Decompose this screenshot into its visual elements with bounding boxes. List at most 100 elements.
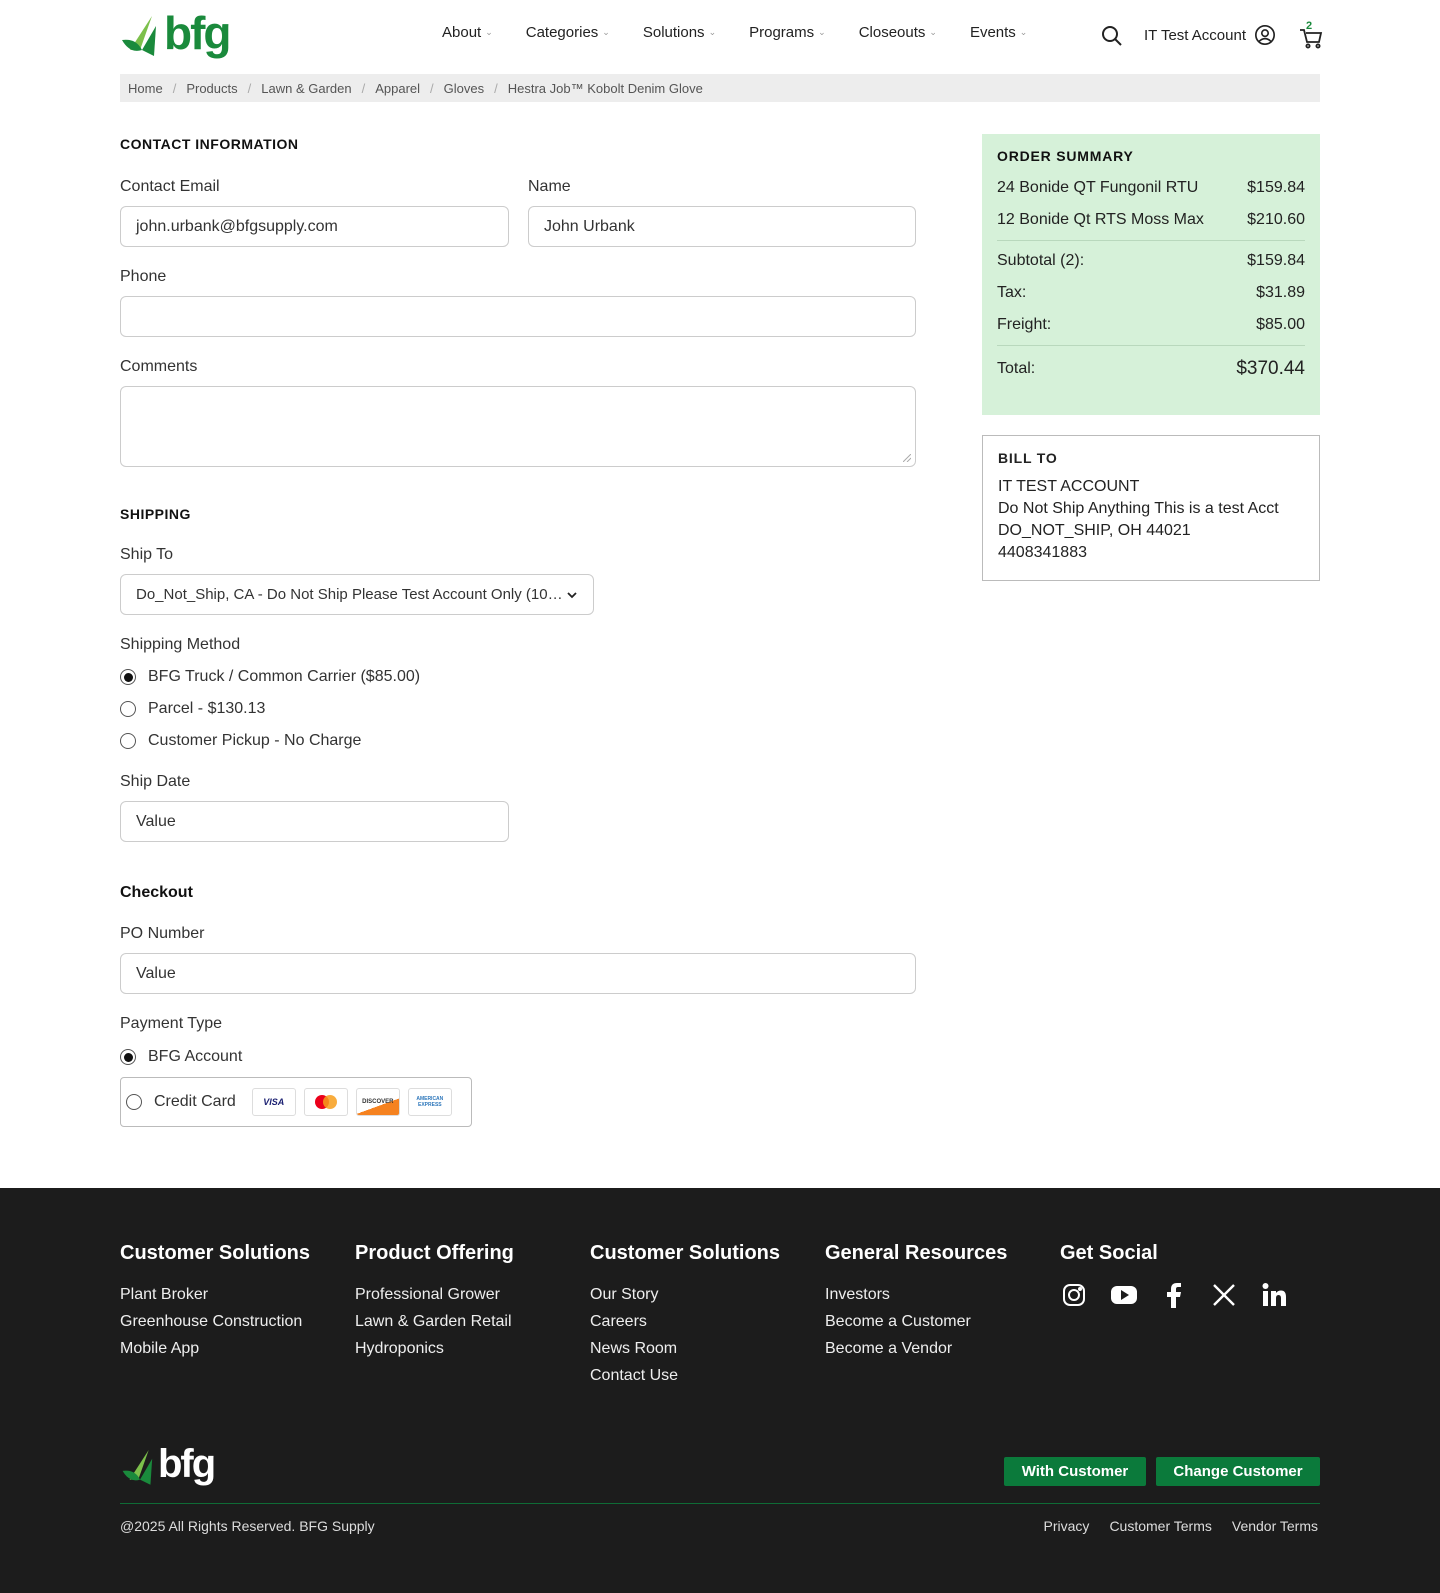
shipping-option-pickup[interactable]: Customer Pickup - No Charge — [120, 732, 361, 750]
footer-link[interactable]: Become a Customer — [825, 1308, 1007, 1335]
breadcrumb-products[interactable]: Products — [186, 81, 237, 96]
breadcrumb-current: Hestra Job™ Kobolt Denim Glove — [507, 80, 703, 96]
social-links — [1060, 1281, 1288, 1309]
comments-label: Comments — [120, 358, 198, 375]
ship-to-label: Ship To — [120, 546, 174, 563]
comments-textarea[interactable] — [120, 386, 916, 467]
radio-selected[interactable] — [120, 1049, 136, 1065]
footer-link[interactable]: Professional Grower — [355, 1281, 514, 1308]
mastercard-icon — [303, 1088, 348, 1116]
footer-link[interactable]: Greenhouse Construction — [120, 1308, 310, 1335]
ship-to-select[interactable]: Do_Not_Ship, CA - Do Not Ship Please Tes… — [120, 574, 594, 615]
footer-link[interactable]: Careers — [590, 1308, 780, 1335]
vendor-terms-link[interactable]: Vendor Terms — [1232, 1518, 1318, 1534]
shipping-method-label: Shipping Method — [120, 636, 241, 653]
change-customer-button[interactable]: Change Customer — [1156, 1457, 1320, 1486]
footer-link[interactable]: Lawn & Garden Retail — [355, 1308, 514, 1335]
breadcrumb: Home / Products / Lawn & Garden / Apparel / … — [120, 74, 1320, 102]
footer-link[interactable]: Our Story — [590, 1281, 780, 1308]
footer-link[interactable]: News Room — [590, 1335, 780, 1362]
footer-logo-text: bfg — [158, 1442, 216, 1486]
footer-col-general-resources: General Resources Investors Become a Cus… — [825, 1242, 1007, 1362]
nav-solutions[interactable]: Solutions ⌄ — [643, 24, 716, 41]
nav-categories[interactable]: Categories ⌄ — [526, 24, 610, 41]
discover-icon: DISCOVER — [355, 1088, 400, 1116]
site-footer: Customer Solutions Plant Broker Greenhou… — [0, 1188, 1440, 1593]
nav-about[interactable]: About ⌄ — [442, 24, 493, 41]
payment-option-account[interactable]: BFG Account — [120, 1048, 242, 1066]
summary-freight: Freight: $85.00 — [997, 316, 1305, 333]
footer-col-customer-solutions: Customer Solutions Plant Broker Greenhou… — [120, 1242, 310, 1362]
account-label: IT Test Account — [1144, 26, 1247, 44]
bill-to-address: Do Not Ship Anything This is a test Acct — [998, 500, 1279, 517]
breadcrumb-home[interactable]: Home — [128, 81, 163, 96]
footer-link[interactable]: Mobile App — [120, 1335, 310, 1362]
nav-events[interactable]: Events ⌄ — [970, 24, 1027, 41]
footer-col-social: Get Social — [1060, 1242, 1288, 1309]
nav-closeouts[interactable]: Closeouts ⌄ — [859, 24, 937, 41]
footer-legal-links: Privacy Customer Terms Vendor Terms — [1044, 1518, 1318, 1534]
footer-link[interactable]: Plant Broker — [120, 1281, 310, 1308]
radio-selected[interactable] — [120, 669, 136, 685]
linkedin-icon[interactable] — [1260, 1281, 1288, 1309]
footer-col-company: Customer Solutions Our Story Careers New… — [590, 1242, 780, 1389]
phone-label: Phone — [120, 268, 167, 285]
footer-divider — [120, 1503, 1320, 1504]
breadcrumb-gloves[interactable]: Gloves — [444, 81, 484, 96]
bill-to-title: BILL TO — [998, 450, 1058, 466]
ship-date-field[interactable]: Value — [120, 801, 509, 842]
bfg-logo[interactable]: bfg — [120, 7, 232, 60]
footer-link[interactable]: Hydroponics — [355, 1335, 514, 1362]
shipping-option-parcel[interactable]: Parcel - $130.13 — [120, 700, 265, 718]
ship-to-value: Do_Not_Ship, CA - Do Not Ship Please Tes… — [136, 586, 563, 603]
amex-icon: AMERICAN EXPRESS — [407, 1088, 452, 1116]
privacy-link[interactable]: Privacy — [1044, 1518, 1090, 1534]
divider — [997, 240, 1305, 241]
order-summary: ORDER SUMMARY 24 Bonide QT Fungonil RTU $… — [982, 134, 1320, 415]
facebook-icon[interactable] — [1160, 1281, 1188, 1309]
logo-text: bfg — [164, 7, 232, 59]
payment-type-label: Payment Type — [120, 1015, 222, 1032]
ship-date-label: Ship Date — [120, 773, 191, 790]
name-field[interactable]: John Urbank — [528, 206, 916, 247]
shipping-option-truck[interactable]: BFG Truck / Common Carrier ($85.00) — [120, 668, 420, 686]
with-customer-button[interactable]: With Customer — [1004, 1457, 1146, 1486]
nav-programs[interactable]: Programs ⌄ — [749, 24, 826, 41]
footer-link[interactable]: Become a Vendor — [825, 1335, 1007, 1362]
bill-to: BILL TO IT TEST ACCOUNT Do Not Ship Anyt… — [982, 435, 1320, 581]
email-field[interactable]: john.urbank@bfgsupply.com — [120, 206, 509, 247]
radio-unselected[interactable] — [120, 701, 136, 717]
breadcrumb-lawn-garden[interactable]: Lawn & Garden — [261, 81, 351, 96]
footer-logo[interactable]: bfg — [120, 1442, 220, 1490]
chevron-down-icon: ⌄ — [818, 27, 826, 37]
youtube-icon[interactable] — [1110, 1281, 1138, 1309]
copyright: @2025 All Rights Reserved. BFG Supply — [120, 1518, 375, 1534]
payment-option-credit-card[interactable]: Credit Card VISA DISCOVER AMERICAN EXPRE… — [120, 1077, 472, 1127]
chevron-down-icon — [567, 591, 577, 598]
footer-link[interactable]: Contact Use — [590, 1362, 780, 1389]
summary-total: Total: $370.44 — [997, 358, 1305, 379]
radio-unselected[interactable] — [126, 1094, 142, 1110]
po-number-field[interactable]: Value — [120, 953, 916, 994]
account-menu[interactable]: IT Test Account — [1144, 24, 1276, 46]
summary-tax: Tax: $31.89 — [997, 284, 1305, 301]
chevron-down-icon: ⌄ — [929, 27, 937, 37]
chevron-down-icon: ⌄ — [602, 27, 610, 37]
order-summary-title: ORDER SUMMARY — [997, 148, 1134, 164]
search-icon[interactable] — [1100, 24, 1124, 48]
site-header: bfg About ⌄ Categories ⌄ Solutions ⌄ Progra… — [120, 0, 1323, 74]
bill-to-phone: 4408341883 — [998, 544, 1087, 561]
customer-terms-link[interactable]: Customer Terms — [1109, 1518, 1211, 1534]
breadcrumb-apparel[interactable]: Apparel — [375, 81, 420, 96]
shipping-section-title: SHIPPING — [120, 506, 191, 522]
cart-count-badge: 2 — [1306, 20, 1313, 32]
x-icon[interactable] — [1210, 1281, 1238, 1309]
phone-field[interactable] — [120, 296, 916, 337]
radio-unselected[interactable] — [120, 733, 136, 749]
chevron-down-icon: ⌄ — [708, 27, 717, 37]
po-number-label: PO Number — [120, 925, 205, 942]
instagram-icon[interactable] — [1060, 1281, 1088, 1309]
resize-handle-icon[interactable] — [903, 454, 911, 462]
chevron-down-icon: ⌄ — [1019, 27, 1028, 37]
footer-link[interactable]: Investors — [825, 1281, 1007, 1308]
